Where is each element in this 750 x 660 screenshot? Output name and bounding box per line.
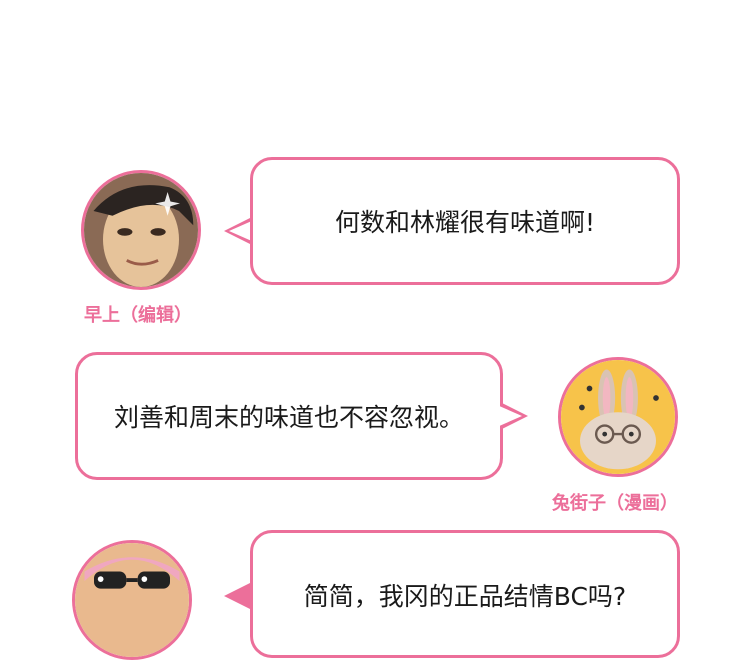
bubble-tail-inner	[497, 405, 522, 427]
message-bubble: 何数和林耀很有味道啊!	[250, 157, 680, 285]
message-text: 刘善和周末的味道也不容忽视。	[113, 403, 464, 432]
message-text: 何数和林耀很有味道啊!	[334, 208, 596, 237]
message-bubble: 简简，我冈的正品结情BC吗?	[250, 530, 680, 658]
speaker-name: 兔街子（漫画）	[552, 493, 678, 514]
rabbit-icon	[561, 360, 675, 474]
message-bubble: 刘善和周末的味道也不容忽视。	[75, 352, 503, 480]
avatar-sunglasses[interactable]	[72, 540, 192, 660]
avatar-rabbit[interactable]	[558, 357, 678, 477]
face-photo-icon	[84, 173, 198, 287]
avatar-editor[interactable]	[81, 170, 201, 290]
bubble-tail	[224, 582, 252, 610]
sunglasses-face-icon	[75, 543, 189, 657]
message-text: 简简，我冈的正品结情BC吗?	[303, 582, 627, 611]
speaker-name: 早上（编辑）	[84, 305, 192, 326]
